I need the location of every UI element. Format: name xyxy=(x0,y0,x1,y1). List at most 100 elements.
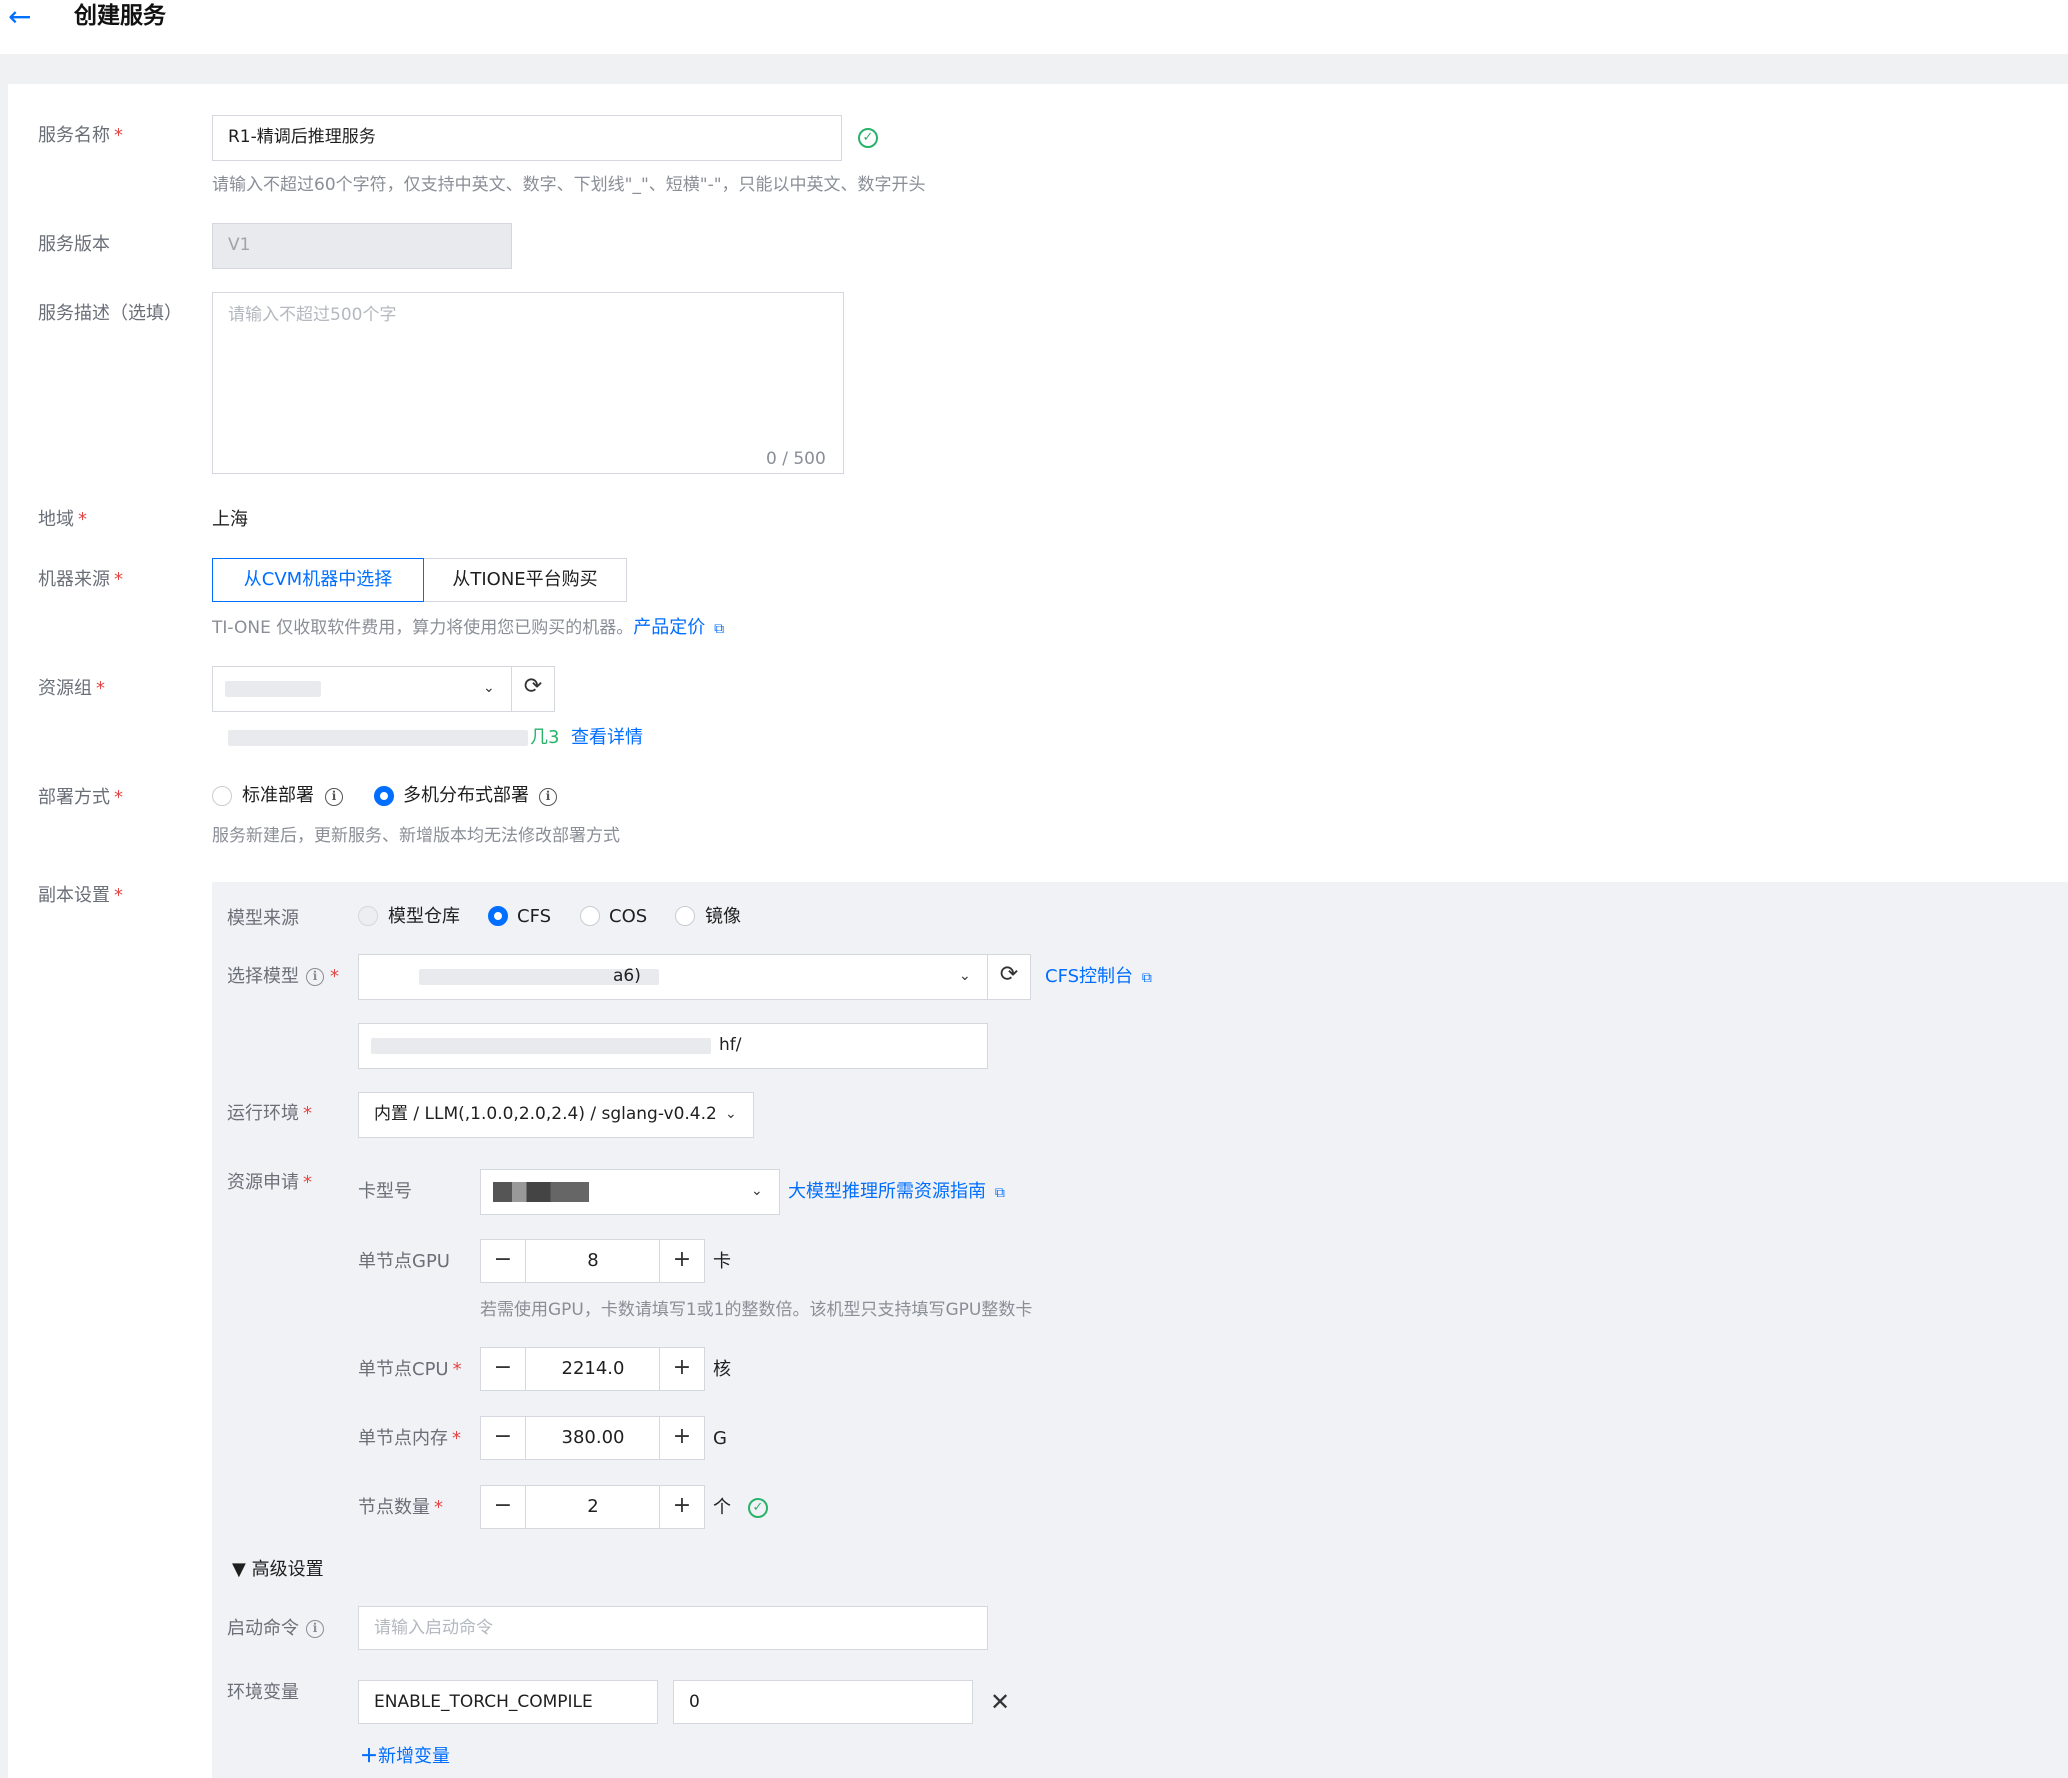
service-desc-placeholder: 请输入不超过500个字 xyxy=(228,305,397,325)
left-edge xyxy=(0,84,8,1778)
refresh-icon[interactable]: ⟳ xyxy=(511,666,555,712)
deploy-mode-distributed-radio[interactable] xyxy=(374,786,394,806)
external-link-icon: ⧉ xyxy=(1133,970,1152,986)
memory-unit: G xyxy=(713,1428,727,1449)
info-icon[interactable]: i xyxy=(539,788,557,806)
gpu-unit: 卡 xyxy=(713,1251,731,1272)
model-source-image-radio[interactable] xyxy=(675,906,695,926)
chevron-down-icon: ⌄ xyxy=(751,1183,763,1199)
service-desc-label: 服务描述（选填） xyxy=(38,303,182,324)
deploy-mode-distributed-label[interactable]: 多机分布式部署 xyxy=(403,784,529,808)
start-command-label: 启动命令 xyxy=(227,1618,299,1639)
valid-check-icon: ✓ xyxy=(748,1498,768,1518)
env-vars-label: 环境变量 xyxy=(227,1682,299,1703)
cfs-console-link[interactable]: CFS控制台 ⧉ xyxy=(1045,965,1152,990)
resource-guide-link[interactable]: 大模型推理所需资源指南 ⧉ xyxy=(788,1180,1005,1205)
cpu-input[interactable]: 2214.0 xyxy=(526,1347,660,1391)
service-version-input: V1 xyxy=(212,223,512,269)
env-value-input[interactable]: 0 xyxy=(673,1680,973,1724)
memory-increment-button[interactable]: + xyxy=(659,1416,705,1460)
deploy-mode-label: 部署方式 * xyxy=(38,787,123,808)
gpu-hint: 若需使用GPU，卡数请填写1或1的整数倍。该机型只支持填写GPU整数卡 xyxy=(480,1300,1033,1320)
info-icon[interactable]: i xyxy=(325,788,343,806)
replica-label: 副本设置 * xyxy=(38,885,123,906)
header-divider xyxy=(0,54,2068,84)
required-mark: * xyxy=(330,966,339,987)
model-source-cfs-label[interactable]: CFS xyxy=(517,905,551,929)
model-source-repo-radio xyxy=(358,906,378,926)
char-counter: 0 / 500 xyxy=(766,449,826,469)
runtime-label: 运行环境 * xyxy=(227,1103,312,1124)
external-link-icon: ⧉ xyxy=(986,1185,1005,1201)
machine-source-option-cvm[interactable]: 从CVM机器中选择 xyxy=(212,558,424,602)
machine-source-hint: TI-ONE 仅收取软件费用，算力将使用您已购买的机器。产品定价 ⧉ xyxy=(212,617,725,638)
chevron-down-icon: ⌄ xyxy=(725,1106,737,1122)
start-command-placeholder: 请输入启动命令 xyxy=(374,1618,493,1638)
nodes-decrement-button[interactable]: − xyxy=(480,1485,526,1529)
service-desc-textarea[interactable]: 请输入不超过500个字 xyxy=(212,292,844,474)
env-key-input[interactable]: ENABLE_TORCH_COMPILE xyxy=(358,1680,658,1724)
nodes-increment-button[interactable]: + xyxy=(659,1485,705,1529)
model-path-value: hf/ xyxy=(719,1035,742,1055)
back-arrow-icon[interactable]: ← xyxy=(8,2,31,32)
gpu-label: 单节点GPU xyxy=(358,1251,450,1272)
runtime-value: 内置 / LLM(,1.0.0,2.0,2.4) / sglang-v0.4.2 xyxy=(374,1104,717,1124)
model-path-input[interactable]: hf/ xyxy=(358,1023,988,1069)
advanced-settings-toggle[interactable]: ▼ 高级设置 xyxy=(232,1558,324,1582)
cpu-decrement-button[interactable]: − xyxy=(480,1347,526,1391)
redacted-value xyxy=(371,1038,711,1054)
gpu-decrement-button[interactable]: − xyxy=(480,1239,526,1283)
service-name-hint: 请输入不超过60个字符，仅支持中英文、数字、下划线"_"、短横"-"，只能以中英… xyxy=(212,175,926,195)
model-source-label: 模型来源 xyxy=(227,908,299,929)
nodes-input[interactable]: 2 xyxy=(526,1485,660,1529)
card-type-label: 卡型号 xyxy=(358,1181,412,1202)
resource-group-select[interactable]: ⌄ xyxy=(212,666,512,712)
gpu-increment-button[interactable]: + xyxy=(659,1239,705,1283)
resource-group-label: 资源组 * xyxy=(38,678,105,699)
remove-env-icon[interactable]: ✕ xyxy=(990,1688,1010,1716)
model-value: a6) xyxy=(613,966,641,986)
top-bar xyxy=(0,0,2068,54)
machine-source-label: 机器来源 * xyxy=(38,569,123,590)
model-source-cos-label[interactable]: COS xyxy=(609,905,647,929)
model-source-cos-radio[interactable] xyxy=(580,906,600,926)
card-type-select[interactable]: ⌄ xyxy=(480,1169,780,1215)
refresh-icon[interactable]: ⟳ xyxy=(987,954,1031,1000)
service-name-label: 服务名称 * xyxy=(38,125,123,146)
region-value: 上海 xyxy=(212,509,248,530)
chevron-down-icon: ⌄ xyxy=(483,680,495,696)
deploy-mode-standard-radio[interactable] xyxy=(212,786,232,806)
gpu-input[interactable]: 8 xyxy=(526,1239,660,1283)
valid-check-icon: ✓ xyxy=(858,128,878,148)
page-title: 创建服务 xyxy=(74,3,166,29)
service-version-label: 服务版本 xyxy=(38,234,110,255)
model-source-image-label[interactable]: 镜像 xyxy=(705,905,741,929)
start-command-input[interactable]: 请输入启动命令 xyxy=(358,1606,988,1650)
redacted-value xyxy=(225,681,321,697)
memory-decrement-button[interactable]: − xyxy=(480,1416,526,1460)
select-model-select[interactable]: a6) ⌄ xyxy=(358,954,988,1000)
pricing-link[interactable]: 产品定价 xyxy=(633,617,705,638)
plus-icon: ＋ xyxy=(360,1746,378,1767)
info-icon[interactable]: i xyxy=(306,968,324,986)
deploy-mode-standard-label[interactable]: 标准部署 xyxy=(242,784,314,808)
add-env-button[interactable]: ＋新增变量 xyxy=(360,1745,450,1769)
cpu-unit: 核 xyxy=(713,1359,731,1380)
info-icon[interactable]: i xyxy=(306,1620,324,1638)
service-name-input[interactable]: R1-精调后推理服务 xyxy=(212,115,842,161)
region-label: 地域 * xyxy=(38,509,87,530)
view-detail-link[interactable]: 查看详情 xyxy=(571,726,643,750)
deploy-mode-hint: 服务新建后，更新服务、新增版本均无法修改部署方式 xyxy=(212,826,620,846)
memory-label: 单节点内存 * xyxy=(358,1428,461,1449)
cpu-increment-button[interactable]: + xyxy=(659,1347,705,1391)
model-source-cfs-radio[interactable] xyxy=(488,906,508,926)
chevron-down-icon: ⌄ xyxy=(959,968,971,984)
redacted-detail xyxy=(228,730,528,746)
runtime-select[interactable]: 内置 / LLM(,1.0.0,2.0,2.4) / sglang-v0.4.2… xyxy=(358,1092,754,1138)
resource-group-detail: 几3 xyxy=(530,727,560,748)
nodes-unit: 个 xyxy=(713,1497,731,1518)
machine-source-option-tione[interactable]: 从TIONE平台购买 xyxy=(423,558,627,602)
external-link-icon: ⧉ xyxy=(705,621,725,637)
select-model-label: 选择模型 xyxy=(227,966,299,987)
memory-input[interactable]: 380.00 xyxy=(526,1416,660,1460)
